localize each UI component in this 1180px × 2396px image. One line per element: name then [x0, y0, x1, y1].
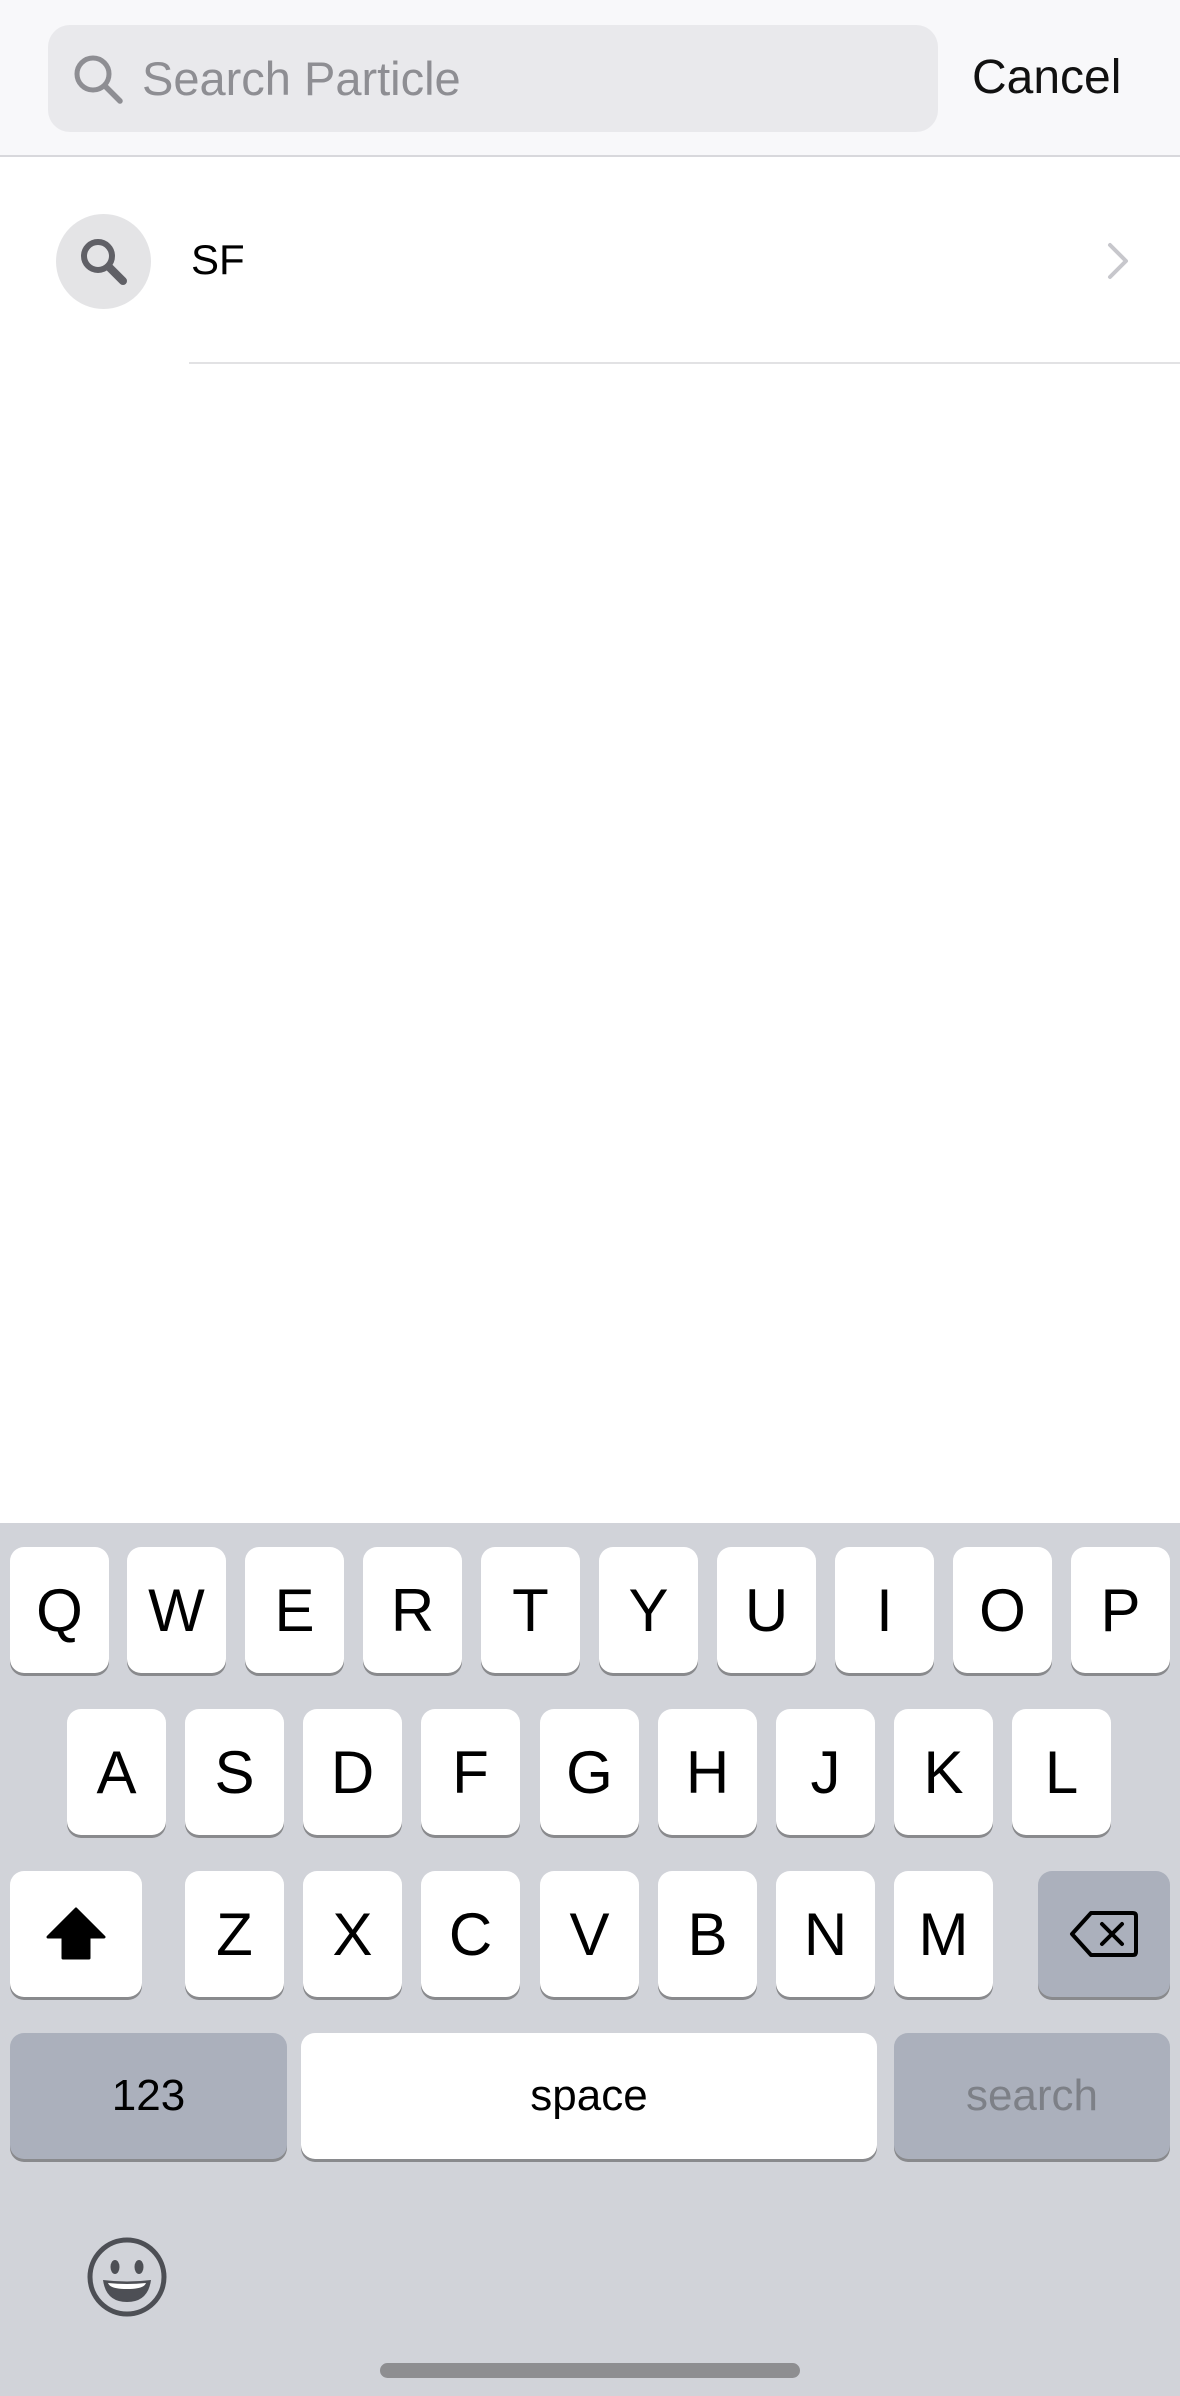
key-c[interactable]: C	[421, 1871, 520, 1997]
key-z[interactable]: Z	[185, 1871, 284, 1997]
delete-key[interactable]	[1038, 1871, 1170, 1997]
delete-icon	[1070, 1911, 1138, 1957]
key-g[interactable]: G	[540, 1709, 639, 1835]
list-item[interactable]: SF	[0, 159, 1180, 364]
search-icon	[74, 55, 123, 104]
key-e[interactable]: E	[245, 1547, 344, 1673]
key-v[interactable]: V	[540, 1871, 639, 1997]
key-r[interactable]: R	[363, 1547, 462, 1673]
search-input[interactable]	[142, 25, 922, 132]
key-d[interactable]: D	[303, 1709, 402, 1835]
key-i[interactable]: I	[835, 1547, 934, 1673]
shift-icon	[46, 1907, 106, 1960]
key-h[interactable]: H	[658, 1709, 757, 1835]
key-a[interactable]: A	[67, 1709, 166, 1835]
key-w[interactable]: W	[127, 1547, 226, 1673]
keyboard: Q W E R T Y U I O P A S D F G H J K L Z …	[0, 1523, 1180, 2396]
cancel-button[interactable]: Cancel	[972, 40, 1121, 116]
key-m[interactable]: M	[894, 1871, 993, 1997]
row-divider	[189, 362, 1180, 364]
key-l[interactable]: L	[1012, 1709, 1111, 1835]
search-icon	[81, 239, 127, 285]
result-label: SF	[191, 236, 245, 283]
key-q[interactable]: Q	[10, 1547, 109, 1673]
key-x[interactable]: X	[303, 1871, 402, 1997]
result-avatar	[56, 214, 151, 309]
key-u[interactable]: U	[717, 1547, 816, 1673]
key-s[interactable]: S	[185, 1709, 284, 1835]
home-indicator	[380, 2363, 800, 2378]
search-field[interactable]	[48, 25, 938, 132]
screen: Cancel SF Q W E R T Y U I O P	[0, 0, 1180, 2396]
chevron-right-icon	[1108, 243, 1128, 279]
key-n[interactable]: N	[776, 1871, 875, 1997]
key-o[interactable]: O	[953, 1547, 1052, 1673]
key-k[interactable]: K	[894, 1709, 993, 1835]
search-key[interactable]: search	[894, 2033, 1170, 2159]
results-list: SF	[0, 159, 1180, 364]
key-j[interactable]: J	[776, 1709, 875, 1835]
emoji-icon[interactable]	[86, 2236, 168, 2318]
key-f[interactable]: F	[421, 1709, 520, 1835]
key-y[interactable]: Y	[599, 1547, 698, 1673]
shift-key[interactable]	[10, 1871, 142, 1997]
key-t[interactable]: T	[481, 1547, 580, 1673]
key-b[interactable]: B	[658, 1871, 757, 1997]
key-p[interactable]: P	[1071, 1547, 1170, 1673]
space-key[interactable]: space	[301, 2033, 877, 2159]
numbers-key[interactable]: 123	[10, 2033, 287, 2159]
search-header: Cancel	[0, 0, 1180, 157]
